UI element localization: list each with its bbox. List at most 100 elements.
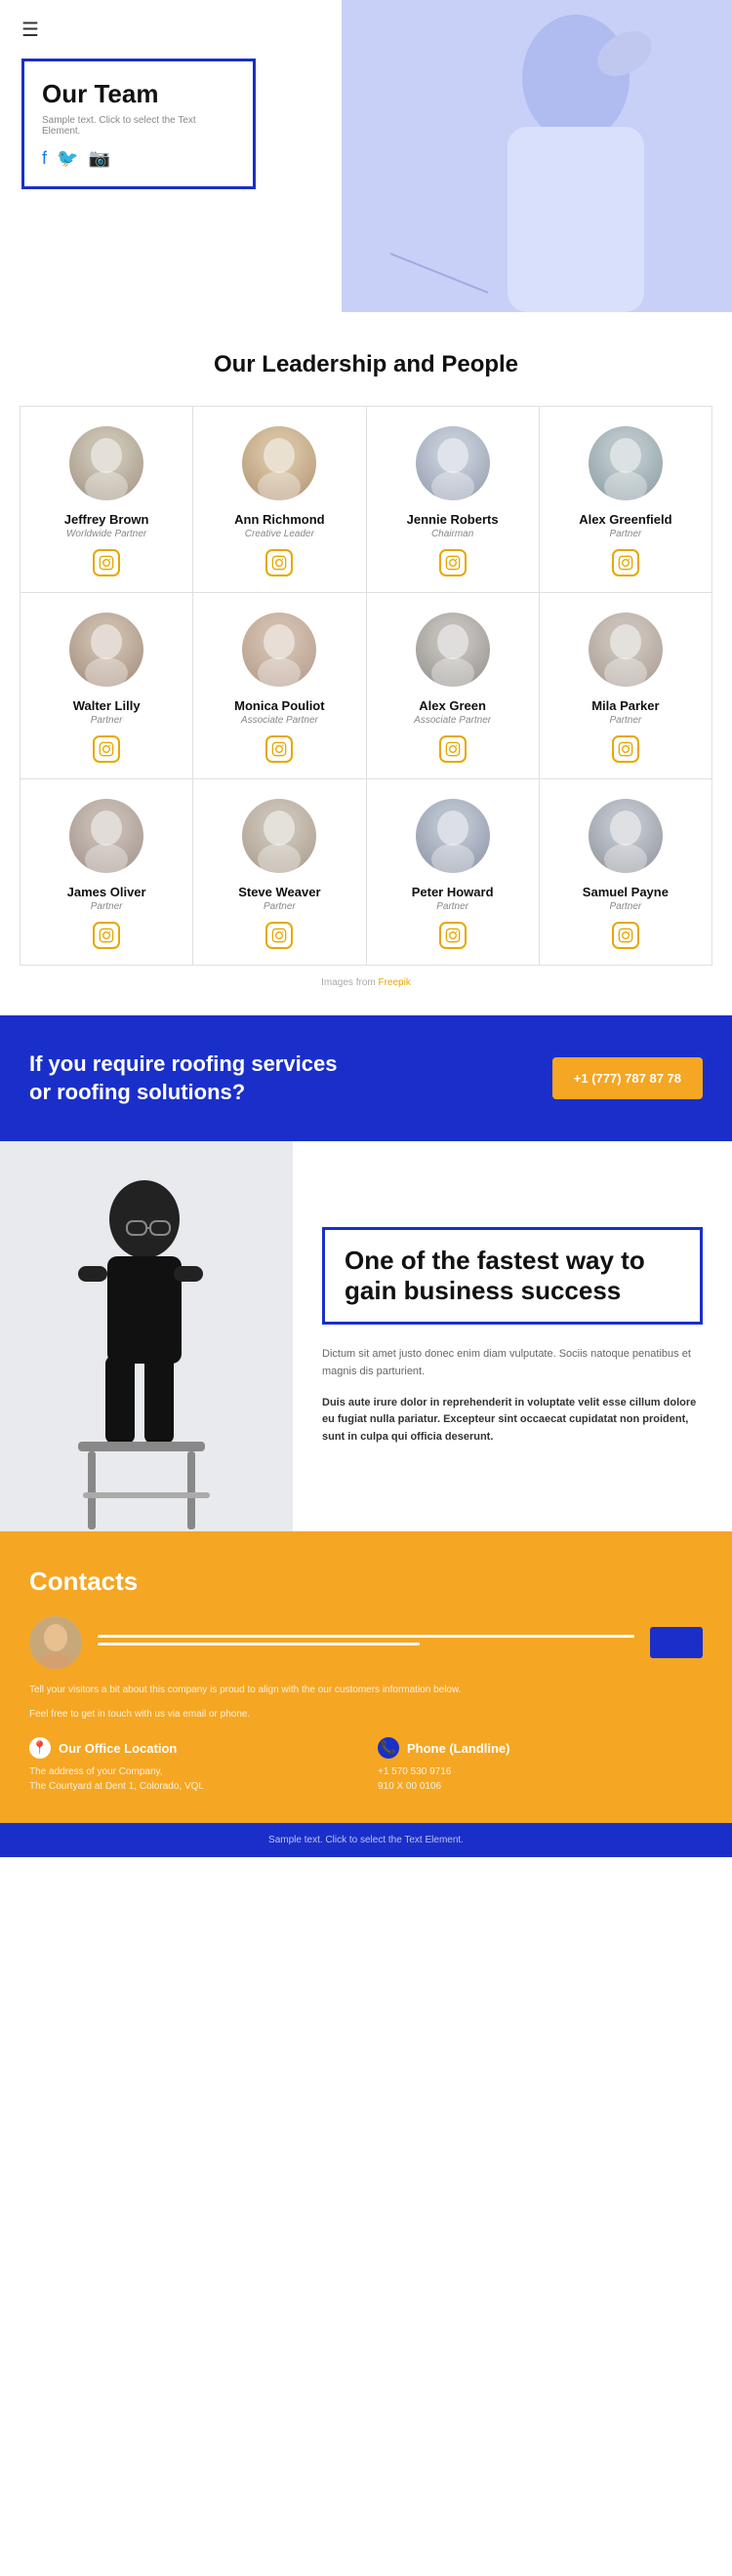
cta-section: If you require roofing services or roofi… [0, 1015, 732, 1141]
team-card: Samuel Payne Partner [540, 779, 712, 966]
about-content: One of the fastest way to gain business … [293, 1141, 732, 1531]
member-role: Associate Partner [414, 715, 491, 726]
twitter-icon[interactable]: 🐦 [57, 148, 78, 169]
facebook-icon[interactable]: f [42, 148, 47, 169]
member-role: Associate Partner [241, 715, 318, 726]
about-section: One of the fastest way to gain business … [0, 1141, 732, 1531]
freepik-link[interactable]: Freepik [379, 977, 411, 988]
about-desc2: Duis aute irure dolor in reprehenderit i… [322, 1395, 703, 1447]
team-card: Jeffrey Brown Worldwide Partner [20, 407, 193, 593]
member-name: Jeffrey Brown [64, 512, 149, 527]
cta-button[interactable]: +1 (777) 787 87 78 [552, 1057, 703, 1099]
member-name: Jennie Roberts [407, 512, 499, 527]
contacts-lines [98, 1635, 634, 1650]
member-name: Ann Richmond [234, 512, 324, 527]
contacts-avatar [29, 1616, 82, 1669]
instagram-button[interactable] [93, 922, 120, 949]
instagram-button[interactable] [93, 735, 120, 763]
menu-icon[interactable]: ☰ [21, 18, 39, 42]
contacts-blue-rect [650, 1627, 703, 1658]
team-avatar [589, 613, 663, 687]
instagram-button[interactable] [439, 549, 467, 576]
hero-title: Our Team [42, 79, 229, 109]
about-image-column [0, 1141, 293, 1531]
team-avatar [69, 613, 143, 687]
freepik-note: Images from Freepik [20, 977, 712, 988]
about-desc1: Dictum sit amet justo donec enim diam vu… [322, 1346, 703, 1380]
contacts-location-line1: The address of your Company, [29, 1764, 354, 1779]
leadership-section: Our Leadership and People Jeffrey Brown W… [0, 312, 732, 1015]
team-card: Walter LillyPartner [20, 593, 193, 779]
instagram-button[interactable] [612, 735, 639, 763]
team-card: Monica Pouliot Associate Partner [193, 593, 366, 779]
member-name: James Oliver [67, 885, 146, 899]
contacts-desc2: Feel free to get in touch with us via em… [29, 1707, 703, 1722]
instagram-icon[interactable]: 📷 [88, 148, 109, 169]
hero-social: f 🐦 📷 [42, 148, 229, 169]
team-card: Ann Richmond Creative Leader [193, 407, 366, 593]
member-role: Partner [436, 901, 468, 912]
contacts-location-header: 📍 Our Office Location [29, 1737, 354, 1759]
team-card: Steve Weaver Partner [193, 779, 366, 966]
team-card: Alex GreenfieldPartner [540, 407, 712, 593]
member-name: Monica Pouliot [234, 698, 324, 713]
contacts-line-1 [98, 1635, 634, 1638]
team-avatar [416, 613, 490, 687]
contacts-section: Contacts Tell your visitors a bit about … [0, 1531, 732, 1823]
instagram-button[interactable] [265, 735, 293, 763]
team-avatar [589, 426, 663, 500]
instagram-button[interactable] [265, 922, 293, 949]
team-card: Alex Green Associate Partner [367, 593, 540, 779]
contacts-phone-line2: 910 X 00 0106 [378, 1779, 703, 1794]
contacts-info-row: 📍 Our Office Location The address of you… [29, 1737, 703, 1794]
instagram-button[interactable] [439, 735, 467, 763]
location-icon: 📍 [29, 1737, 51, 1759]
hero-box: Our Team Sample text. Click to select th… [21, 59, 256, 189]
instagram-button[interactable] [439, 922, 467, 949]
member-name: Alex Greenfield [579, 512, 671, 527]
contacts-line-2 [98, 1643, 420, 1645]
member-role: Partner [609, 901, 641, 912]
contacts-title: Contacts [29, 1566, 703, 1597]
team-avatar [69, 426, 143, 500]
team-avatar [416, 426, 490, 500]
contacts-desc1: Tell your visitors a bit about this comp… [29, 1683, 703, 1697]
member-name: Alex Green [419, 698, 486, 713]
instagram-button[interactable] [265, 549, 293, 576]
contacts-top [29, 1616, 703, 1669]
phone-icon: 📞 [378, 1737, 399, 1759]
member-name: Steve Weaver [238, 885, 320, 899]
team-card: Jennie RobertsChairman [367, 407, 540, 593]
contacts-location-label: Our Office Location [59, 1741, 177, 1756]
contacts-phone-line1: +1 570 530 9716 [378, 1764, 703, 1779]
team-avatar [69, 799, 143, 873]
instagram-button[interactable] [612, 549, 639, 576]
member-role: Creative Leader [245, 529, 314, 539]
member-role: Worldwide Partner [66, 529, 146, 539]
team-card: Peter Howard Partner [367, 779, 540, 966]
team-avatar [242, 426, 316, 500]
contacts-phone-header: 📞 Phone (Landline) [378, 1737, 703, 1759]
team-avatar [242, 799, 316, 873]
about-title-box: One of the fastest way to gain business … [322, 1227, 703, 1325]
contacts-phone-label: Phone (Landline) [407, 1741, 509, 1756]
contacts-location-line2: The Courtyard at Dent 1, Colorado, VQL [29, 1779, 354, 1794]
member-name: Walter Lilly [73, 698, 141, 713]
footer: Sample text. Click to select the Text El… [0, 1823, 732, 1857]
footer-text: Sample text. Click to select the Text El… [268, 1835, 464, 1845]
instagram-button[interactable] [93, 549, 120, 576]
hero-subtitle: Sample text. Click to select the Text El… [42, 115, 229, 137]
team-grid: Jeffrey Brown Worldwide Partner Ann Richm… [20, 406, 712, 966]
member-name: Peter Howard [412, 885, 494, 899]
team-avatar [242, 613, 316, 687]
member-role: Partner [264, 901, 296, 912]
leadership-title: Our Leadership and People [20, 351, 712, 378]
member-role: Partner [91, 901, 123, 912]
hero-section: ☰ Our Team Sample text. Click to select … [0, 0, 732, 312]
contacts-phone-col: 📞 Phone (Landline) +1 570 530 9716 910 X… [378, 1737, 703, 1794]
team-avatar [589, 799, 663, 873]
contacts-location-col: 📍 Our Office Location The address of you… [29, 1737, 354, 1794]
member-name: Samuel Payne [583, 885, 669, 899]
team-avatar [416, 799, 490, 873]
instagram-button[interactable] [612, 922, 639, 949]
